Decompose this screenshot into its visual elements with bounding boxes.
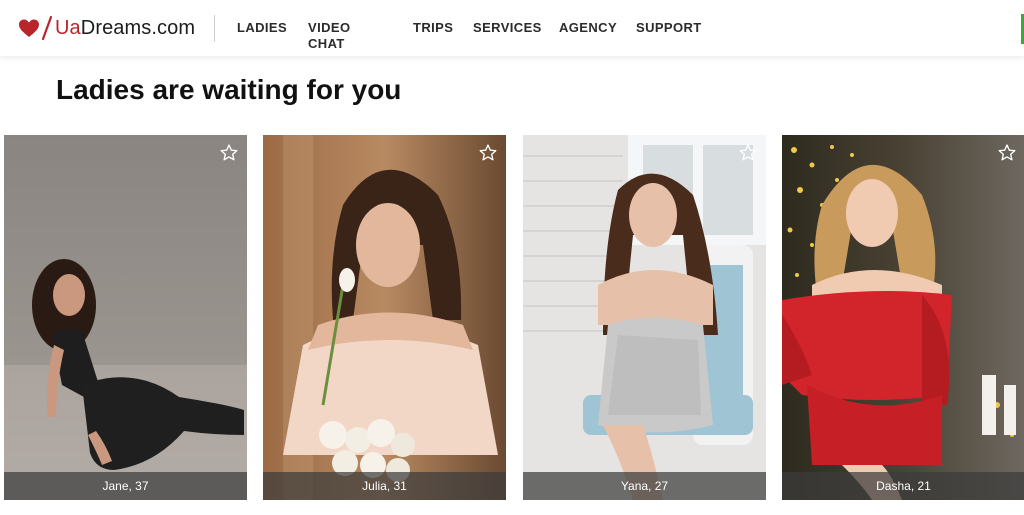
nav-item-agency[interactable]: AGENCY — [559, 20, 617, 36]
nav-item-services[interactable]: SERVICES — [473, 20, 542, 36]
star-outline-icon[interactable] — [219, 143, 239, 163]
profile-card[interactable]: Dasha, 21 — [782, 135, 1024, 500]
nav-item-support[interactable]: SUPPORT — [636, 20, 702, 36]
logo-text: UaDreams.com — [55, 14, 195, 42]
profile-card[interactable]: Yana, 27 — [523, 135, 766, 500]
profile-caption: Dasha, 21 — [782, 472, 1024, 500]
profile-caption: Julia, 31 — [263, 472, 506, 500]
slash-logo-icon — [41, 15, 53, 41]
profile-caption: Yana, 27 — [523, 472, 766, 500]
profile-photo — [523, 135, 766, 500]
logo-text-ua: Ua — [55, 17, 81, 39]
site-logo[interactable]: UaDreams.com — [18, 14, 195, 42]
logo-text-dreams: Dreams.com — [80, 17, 196, 39]
profile-photo — [263, 135, 506, 500]
site-header: UaDreams.com LADIES VIDEO CHAT TRIPS SER… — [0, 0, 1024, 56]
section-title: Ladies are waiting for you — [56, 74, 402, 105]
nav-item-trips[interactable]: TRIPS — [413, 20, 453, 36]
star-outline-icon[interactable] — [478, 143, 498, 163]
star-outline-icon[interactable] — [997, 143, 1017, 163]
heart-logo-icon — [19, 19, 39, 37]
nav-item-video-chat[interactable]: VIDEO CHAT — [308, 20, 350, 52]
profile-caption: Jane, 37 — [4, 472, 247, 500]
profile-photo — [782, 135, 1024, 500]
profile-card[interactable]: Julia, 31 — [263, 135, 506, 500]
profile-card[interactable]: Jane, 37 — [4, 135, 247, 500]
star-outline-icon[interactable] — [738, 143, 758, 163]
header-divider — [214, 15, 215, 42]
profile-photo — [4, 135, 247, 500]
nav-item-ladies[interactable]: LADIES — [237, 20, 287, 36]
